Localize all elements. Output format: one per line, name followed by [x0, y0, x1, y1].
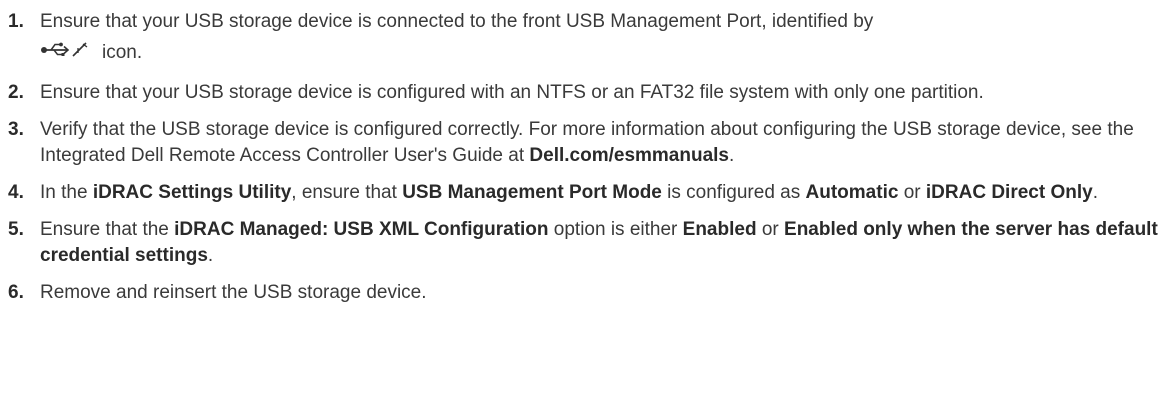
- step-text-after-icon: icon.: [102, 42, 143, 63]
- step-1: 1. Ensure that your USB storage device i…: [0, 9, 1159, 69]
- usb-xml-configuration-term: iDRAC Managed: USB XML Configuration: [174, 219, 549, 240]
- icon-line: icon.: [40, 37, 1159, 69]
- step-number: 3.: [8, 119, 24, 140]
- step-text: is configured as: [661, 182, 806, 203]
- idrac-settings-utility-term: iDRAC Settings Utility: [92, 182, 292, 203]
- step-text: .: [1092, 182, 1098, 203]
- step-number: 5.: [8, 219, 24, 240]
- step-text: In the: [40, 182, 93, 203]
- step-2: 2. Ensure that your USB storage device i…: [0, 80, 1159, 106]
- step-text: Ensure that your USB storage device is c…: [40, 11, 874, 32]
- step-text: Ensure that the: [40, 219, 175, 240]
- step-number: 4.: [8, 182, 24, 203]
- step-text: option is either: [548, 219, 683, 240]
- step-number: 6.: [8, 282, 24, 303]
- usb-management-port-icon: [41, 42, 88, 57]
- step-text: .: [207, 245, 214, 266]
- step-text: or: [898, 182, 926, 203]
- usb-management-port-mode-term: USB Management Port Mode: [402, 182, 662, 203]
- step-text: or: [756, 219, 785, 240]
- step-text: Remove and reinsert the USB storage devi…: [40, 282, 427, 303]
- step-3: 3. Verify that the USB storage device is…: [0, 117, 1159, 169]
- step-number: 2.: [8, 82, 24, 103]
- step-text-end: .: [729, 145, 735, 166]
- step-text: Ensure that your USB storage device is c…: [40, 82, 984, 103]
- procedure-steps: 1. Ensure that your USB storage device i…: [0, 9, 1159, 306]
- enabled-term: Enabled: [682, 219, 757, 240]
- manuals-link[interactable]: Dell.com/esmmanuals: [529, 145, 729, 166]
- step-6: 6. Remove and reinsert the USB storage d…: [0, 280, 1159, 306]
- step-text: , ensure that: [291, 182, 403, 203]
- idrac-direct-only-term: iDRAC Direct Only: [925, 182, 1093, 203]
- step-5: 5. Ensure that the iDRAC Managed: USB XM…: [0, 217, 1159, 269]
- automatic-term: Automatic: [805, 182, 899, 203]
- step-4: 4. In the iDRAC Settings Utility, ensure…: [0, 180, 1159, 206]
- step-number: 1.: [8, 11, 24, 32]
